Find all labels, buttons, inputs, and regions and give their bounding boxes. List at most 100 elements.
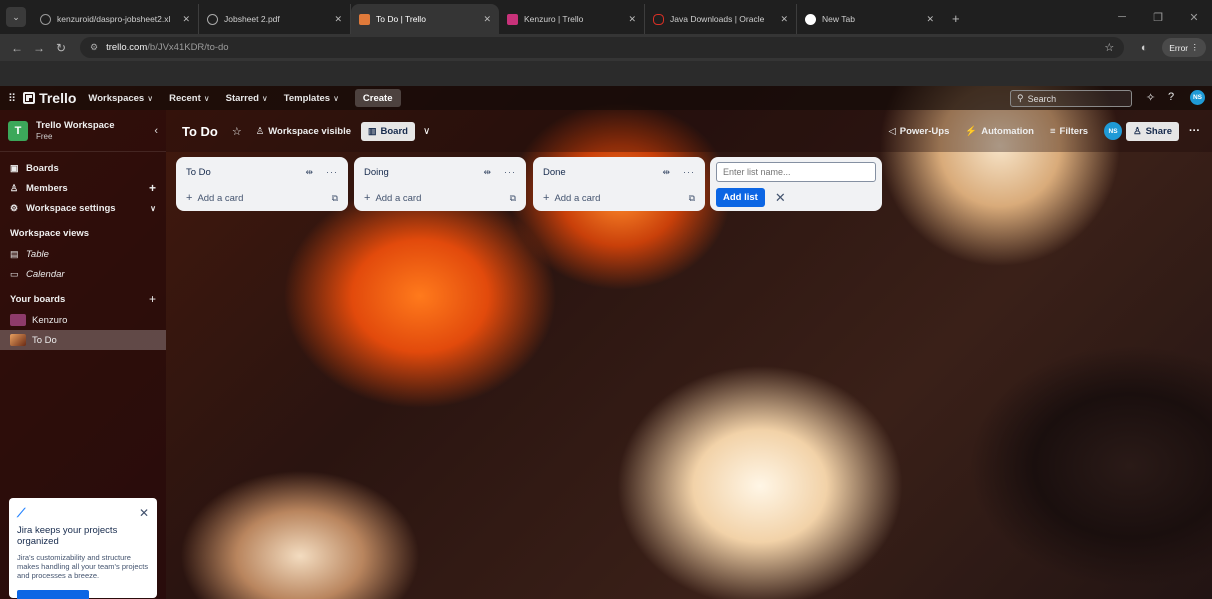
- tab-search-button[interactable]: ⌄: [6, 7, 26, 27]
- jira-promo-title: Jira keeps your projects organized: [17, 525, 118, 547]
- starred-menu[interactable]: Starred ∨: [226, 93, 268, 104]
- filters-button[interactable]: ≡ Filters: [1050, 126, 1088, 137]
- recent-menu[interactable]: Recent ∨: [169, 93, 210, 104]
- list-title[interactable]: Doing: [364, 167, 389, 178]
- close-icon[interactable]: ✕: [926, 14, 934, 25]
- workspace-name[interactable]: Trello Workspace: [36, 120, 115, 132]
- star-icon[interactable]: ☆: [232, 125, 242, 138]
- list-actions: ⇹ ···: [662, 167, 695, 178]
- card-template-icon[interactable]: ⧉: [332, 193, 338, 204]
- avatar[interactable]: NS: [1190, 90, 1205, 105]
- power-ups-button[interactable]: ◁ Power-Ups: [888, 126, 949, 137]
- board-title[interactable]: To Do: [182, 124, 218, 139]
- search-input[interactable]: ⚲ Search: [1010, 90, 1132, 107]
- close-window-icon[interactable]: ✕: [1176, 11, 1212, 24]
- filters-label: Filters: [1059, 125, 1089, 137]
- powerups-label: Power-Ups: [899, 125, 950, 137]
- list-menu-icon[interactable]: ···: [326, 167, 338, 177]
- share-button[interactable]: ♙ Share: [1126, 121, 1179, 141]
- board-thumbnail: [10, 334, 26, 346]
- more-options-icon[interactable]: ···: [1189, 125, 1200, 137]
- chevron-down-icon: ∨: [333, 93, 339, 103]
- jira-promo-button[interactable]: [17, 590, 89, 599]
- browser-tab[interactable]: Jobsheet 2.pdf ✕: [199, 4, 351, 34]
- sidebar-item-table[interactable]: ▤ Table: [0, 244, 166, 264]
- card-template-icon[interactable]: ⧉: [510, 193, 516, 204]
- profile-error-button[interactable]: Error ⋮: [1162, 38, 1206, 57]
- list-menu-icon[interactable]: ···: [504, 167, 516, 177]
- menu-label: Templates: [283, 92, 331, 104]
- browser-tab[interactable]: kenzuroid/daspro-jobsheet2.xl ✕: [32, 4, 199, 34]
- add-card-button[interactable]: + Add a card: [364, 192, 421, 204]
- add-board-icon[interactable]: +: [149, 292, 156, 306]
- collapse-list-icon[interactable]: ⇹: [305, 167, 314, 177]
- add-list-actions: Add list ✕: [716, 188, 876, 207]
- address-bar[interactable]: ⚙ trello.com /b/JVx41KDR/to-do ☆: [80, 37, 1125, 58]
- help-icon[interactable]: ?: [1168, 91, 1174, 103]
- your-boards-heading: Your boards +: [0, 288, 166, 310]
- close-icon[interactable]: ✕: [334, 14, 342, 25]
- restore-icon[interactable]: ❐: [1140, 11, 1176, 24]
- visibility-button[interactable]: ♙ Workspace visible: [256, 126, 351, 137]
- browser-tab[interactable]: New Tab ✕: [797, 4, 942, 34]
- templates-menu[interactable]: Templates ∨: [284, 93, 339, 104]
- app-switcher-icon[interactable]: ⠿: [8, 92, 16, 105]
- filter-icon: ≡: [1050, 125, 1056, 137]
- add-member-icon[interactable]: +: [149, 181, 156, 195]
- automation-button[interactable]: ⚡ Automation: [965, 126, 1034, 137]
- add-list-button[interactable]: Add list: [716, 188, 765, 207]
- list-actions: ⇹ ···: [483, 167, 516, 178]
- collapse-list-icon[interactable]: ⇹: [483, 167, 492, 177]
- new-tab-button[interactable]: +: [952, 11, 960, 26]
- back-icon[interactable]: ←: [6, 41, 28, 55]
- sidebar-board-to-do[interactable]: To Do: [0, 330, 166, 350]
- add-card-button[interactable]: + Add a card: [186, 192, 243, 204]
- plus-icon: +: [186, 192, 193, 204]
- list-title[interactable]: To Do: [186, 167, 211, 178]
- sidebar-item-boards[interactable]: ▣ Boards: [0, 158, 166, 178]
- sidebar-item-calendar[interactable]: ▭ Calendar: [0, 264, 166, 284]
- list-header: To Do ⇹ ···: [186, 165, 338, 179]
- extension-icon[interactable]: ◐: [1134, 42, 1154, 54]
- reload-icon[interactable]: ↻: [50, 41, 72, 55]
- close-icon[interactable]: ✕: [483, 14, 491, 25]
- site-info-icon[interactable]: ⚙: [90, 42, 98, 53]
- close-icon[interactable]: ✕: [780, 14, 788, 25]
- trello-logo[interactable]: Trello: [23, 90, 76, 106]
- close-icon[interactable]: ✕: [775, 190, 786, 206]
- list-menu-icon[interactable]: ···: [683, 167, 695, 177]
- sidebar-item-members[interactable]: ♙ Members +: [0, 178, 166, 198]
- visibility-label: Workspace visible: [268, 125, 351, 137]
- list-name-input[interactable]: [716, 162, 876, 182]
- bookmark-star-icon[interactable]: ☆: [1104, 41, 1114, 54]
- workspace-info: Trello Workspace Free: [36, 120, 115, 141]
- sidebar-item-label: Calendar: [26, 268, 65, 280]
- pdf-icon: [207, 13, 218, 25]
- collapse-sidebar-icon[interactable]: ‹: [154, 125, 158, 137]
- close-icon[interactable]: ✕: [182, 14, 190, 25]
- workspaces-menu[interactable]: Workspaces ∨: [88, 93, 153, 104]
- card-template-icon[interactable]: ⧉: [689, 193, 695, 204]
- workspace-plan: Free: [36, 132, 53, 141]
- minimize-icon[interactable]: ─: [1104, 11, 1140, 23]
- add-card-button[interactable]: + Add a card: [543, 192, 600, 204]
- sidebar-board-kenzuro[interactable]: Kenzuro: [0, 310, 166, 330]
- list-title[interactable]: Done: [543, 167, 566, 178]
- trello-header: ⠿ Trello Workspaces ∨ Recent ∨ Starred ∨ Te…: [0, 86, 1212, 110]
- chevron-down-icon[interactable]: ∨: [423, 126, 430, 137]
- create-button[interactable]: Create: [354, 89, 401, 107]
- sidebar-item-workspace-settings[interactable]: ⚙ Workspace settings ∨: [0, 198, 166, 218]
- chevron-down-icon: ∨: [203, 93, 210, 103]
- close-icon[interactable]: ✕: [139, 506, 149, 520]
- close-icon[interactable]: ✕: [628, 14, 636, 25]
- member-avatar[interactable]: NS: [1104, 122, 1123, 140]
- url-host: trello.com: [106, 42, 148, 53]
- forward-icon[interactable]: →: [28, 41, 50, 55]
- browser-tab[interactable]: Kenzuro | Trello ✕: [499, 4, 645, 34]
- browser-tab-active[interactable]: To Do | Trello ✕: [351, 4, 499, 34]
- browser-tab[interactable]: Java Downloads | Oracle ✕: [645, 4, 797, 34]
- board-view-button[interactable]: ▥ Board: [361, 121, 415, 141]
- tab-title: New Tab: [822, 14, 855, 24]
- notifications-icon[interactable]: ✧: [1146, 91, 1155, 104]
- collapse-list-icon[interactable]: ⇹: [662, 167, 671, 177]
